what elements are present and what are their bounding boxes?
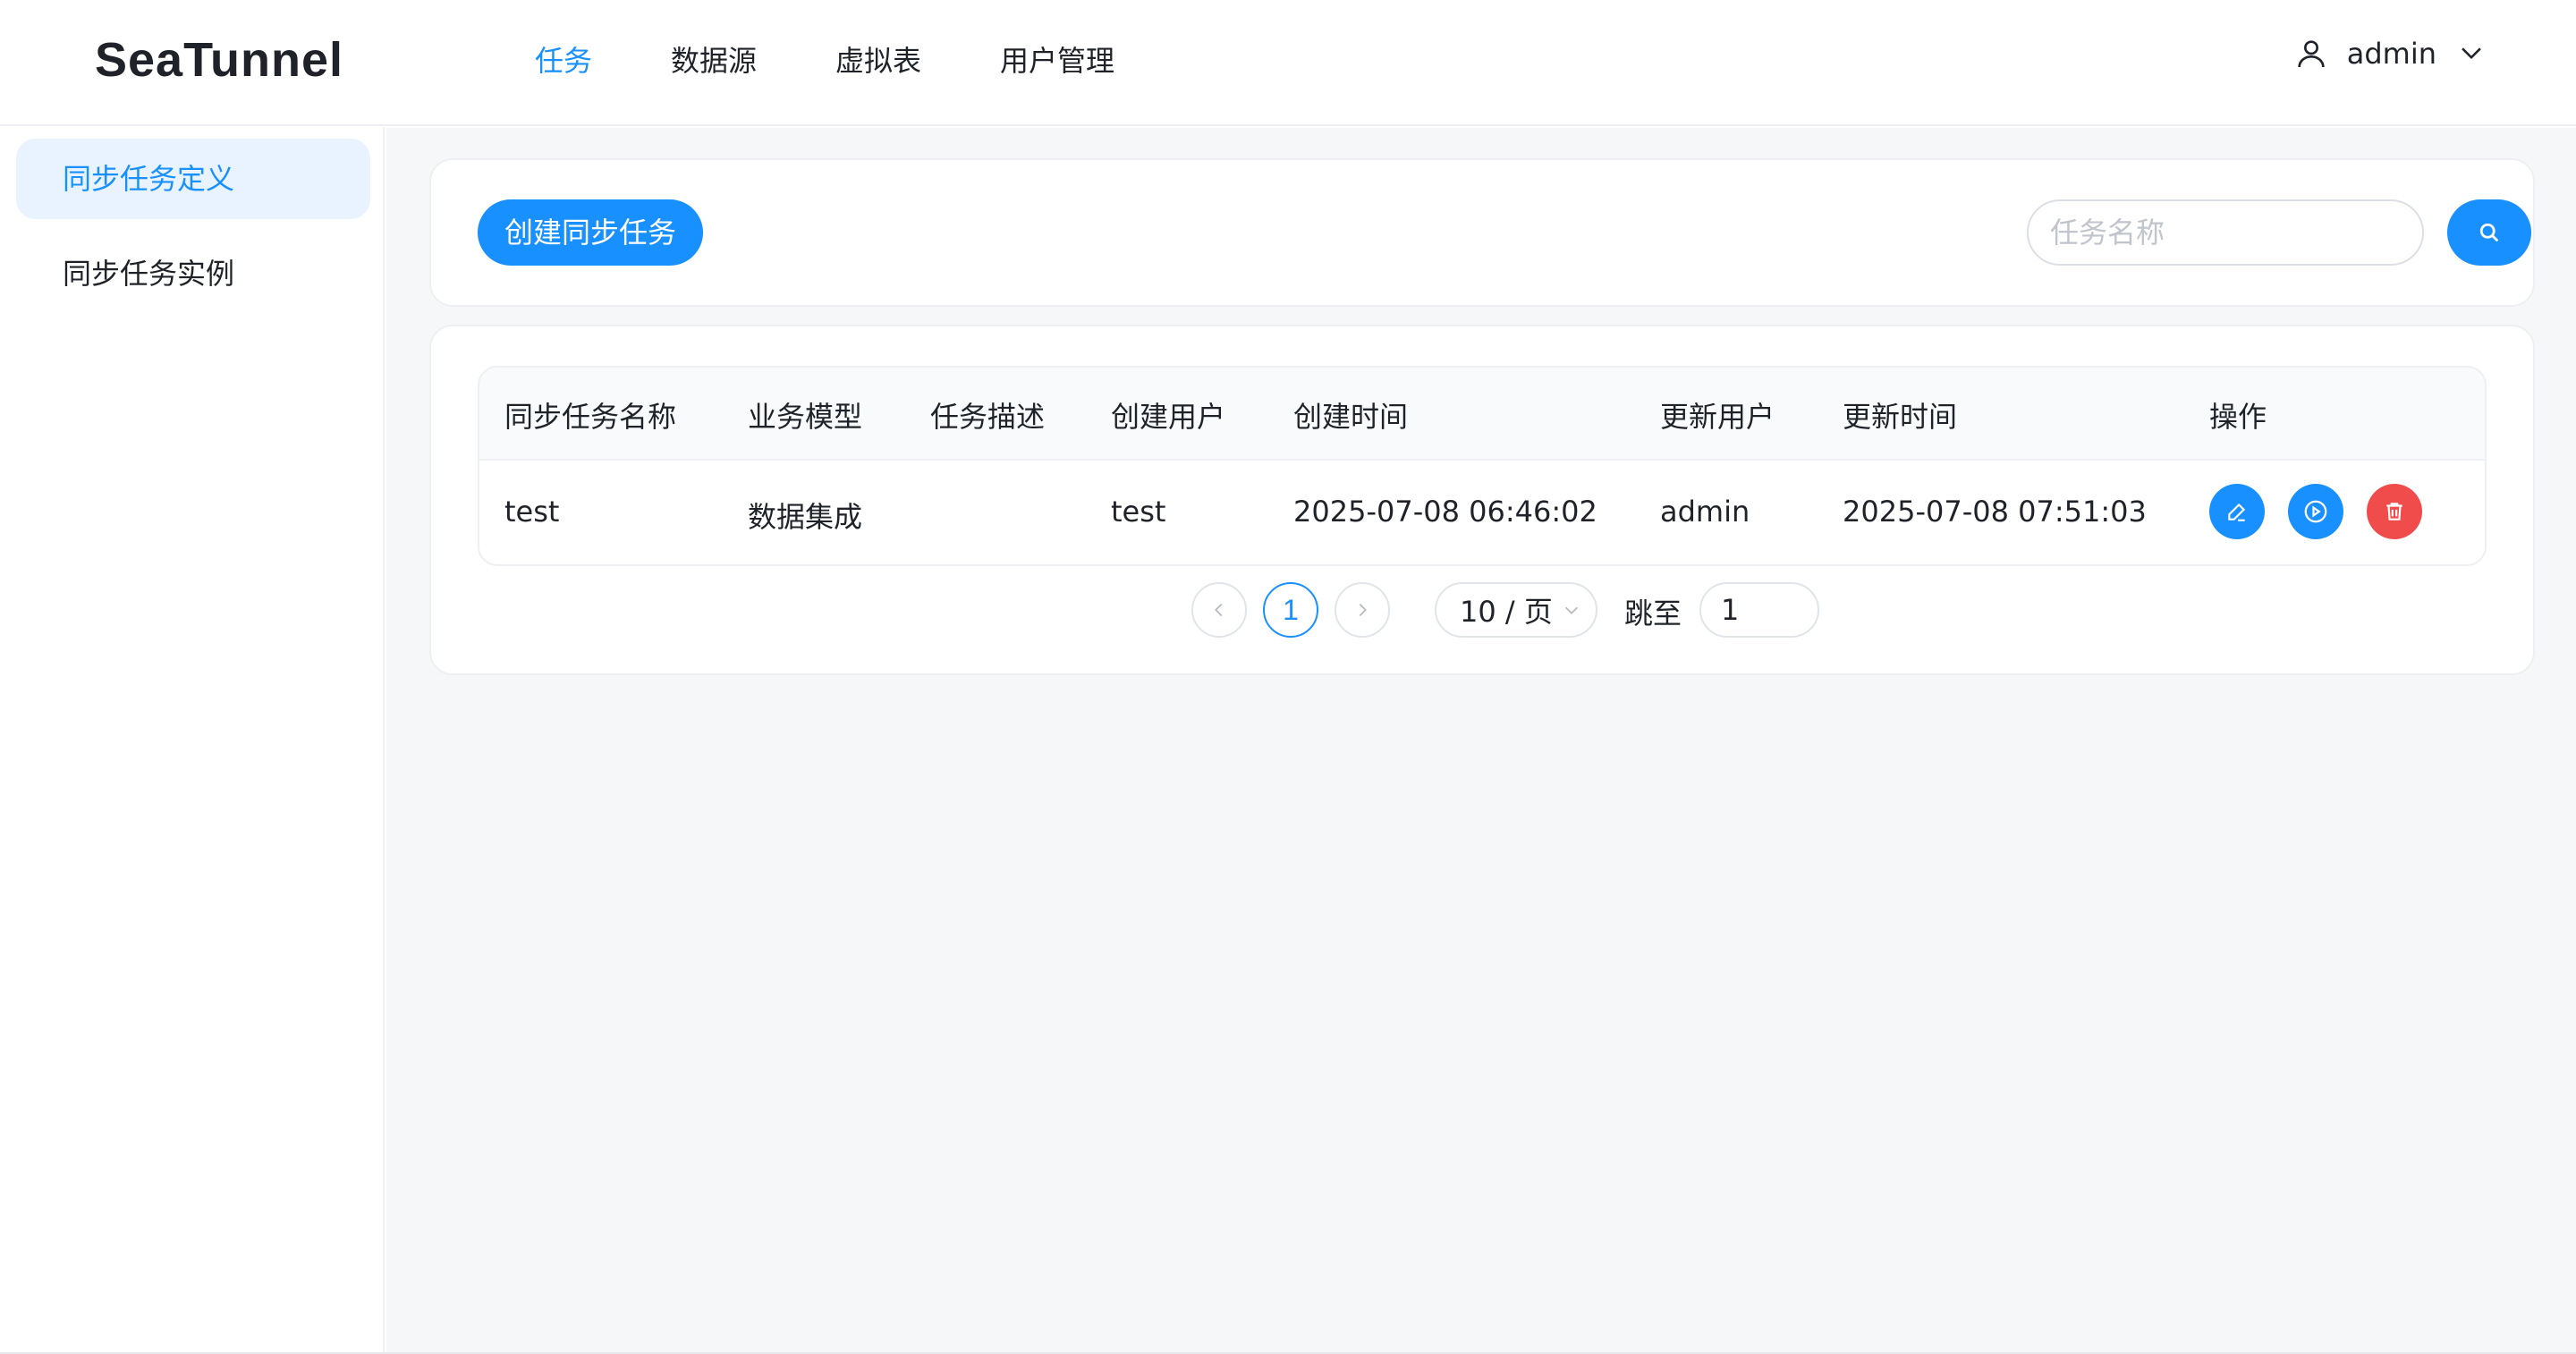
page-size-value: 10 / 页 [1460,595,1553,629]
nav-item-tasks[interactable]: 任务 [535,39,592,82]
edit-icon [2228,503,2246,521]
nav-item-virtual-tables[interactable]: 虚拟表 [835,39,921,82]
page-number-button[interactable]: 1 [1263,582,1318,638]
user-menu[interactable]: admin [2293,36,2487,72]
nav-item-datasources[interactable]: 数据源 [671,39,757,82]
main-content: 创建同步任务 同步任务名称 业务模型 任务描述 创建用户 创建时间 更新用户 更… [386,128,2576,1354]
toolbar-card: 创建同步任务 [429,158,2535,307]
top-nav: 任务 数据源 虚拟表 用户管理 [535,39,1193,82]
user-icon [2298,40,2325,68]
create-sync-task-button[interactable]: 创建同步任务 [478,199,704,266]
table-header: 同步任务名称 业务模型 任务描述 创建用户 创建时间 更新用户 更新时间 操作 [479,368,2485,461]
page-size-select[interactable]: 10 / 页 [1435,582,1597,638]
next-page-button[interactable] [1335,582,1390,638]
cell-creator: test [1111,495,1166,529]
chevron-down-icon[interactable] [2456,38,2487,69]
chevron-left-icon [1215,603,1223,617]
cell-business-model: 数据集成 [748,500,863,534]
top-header: SeaTunnel 任务 数据源 虚拟表 用户管理 admin [0,0,2576,126]
run-task-button[interactable] [2288,484,2343,539]
column-header-creator: 创建用户 [1111,400,1226,434]
table-row: test 数据集成 test 2025-07-08 06:46:02 admin… [479,461,2485,564]
delete-icon [2386,503,2402,520]
sidebar-item-task-instances[interactable]: 同步任务实例 [16,233,370,314]
column-header-actions: 操作 [2209,400,2267,434]
search-button[interactable] [2447,199,2531,266]
app-logo[interactable]: SeaTunnel [95,32,343,88]
edit-task-button[interactable] [2209,484,2265,539]
sidebar-item-task-definitions[interactable]: 同步任务定义 [16,139,370,219]
search-icon [2479,223,2499,242]
column-header-updated-at: 更新时间 [1843,400,1958,434]
delete-task-button[interactable] [2367,484,2422,539]
table-card: 同步任务名称 业务模型 任务描述 创建用户 创建时间 更新用户 更新时间 操作 … [429,325,2535,675]
column-header-updater: 更新用户 [1660,400,1775,434]
task-name-search-input[interactable] [2027,199,2424,266]
jump-to-page-input[interactable] [1699,582,1819,638]
play-icon [2304,500,2327,523]
column-header-task-name: 同步任务名称 [504,400,677,434]
column-header-business-model: 业务模型 [748,400,863,434]
cell-task-name[interactable]: test [504,495,559,529]
jump-to-label: 跳至 [1624,597,1682,630]
prev-page-button[interactable] [1191,582,1247,638]
cell-updater: admin [1660,495,1750,529]
chevron-down-icon [1564,606,1578,614]
cell-created-at: 2025-07-08 06:46:02 [1293,495,1597,529]
sidebar: 同步任务定义 同步任务实例 [0,128,385,1354]
column-header-task-description: 任务描述 [930,400,1046,434]
task-table: 同步任务名称 业务模型 任务描述 创建用户 创建时间 更新用户 更新时间 操作 … [478,366,2487,566]
nav-item-user-management[interactable]: 用户管理 [1000,39,1114,82]
cell-updated-at: 2025-07-08 07:51:03 [1843,495,2147,529]
user-name: admin [2346,37,2436,71]
column-header-created-at: 创建时间 [1293,400,1409,434]
chevron-right-icon [1359,603,1367,617]
